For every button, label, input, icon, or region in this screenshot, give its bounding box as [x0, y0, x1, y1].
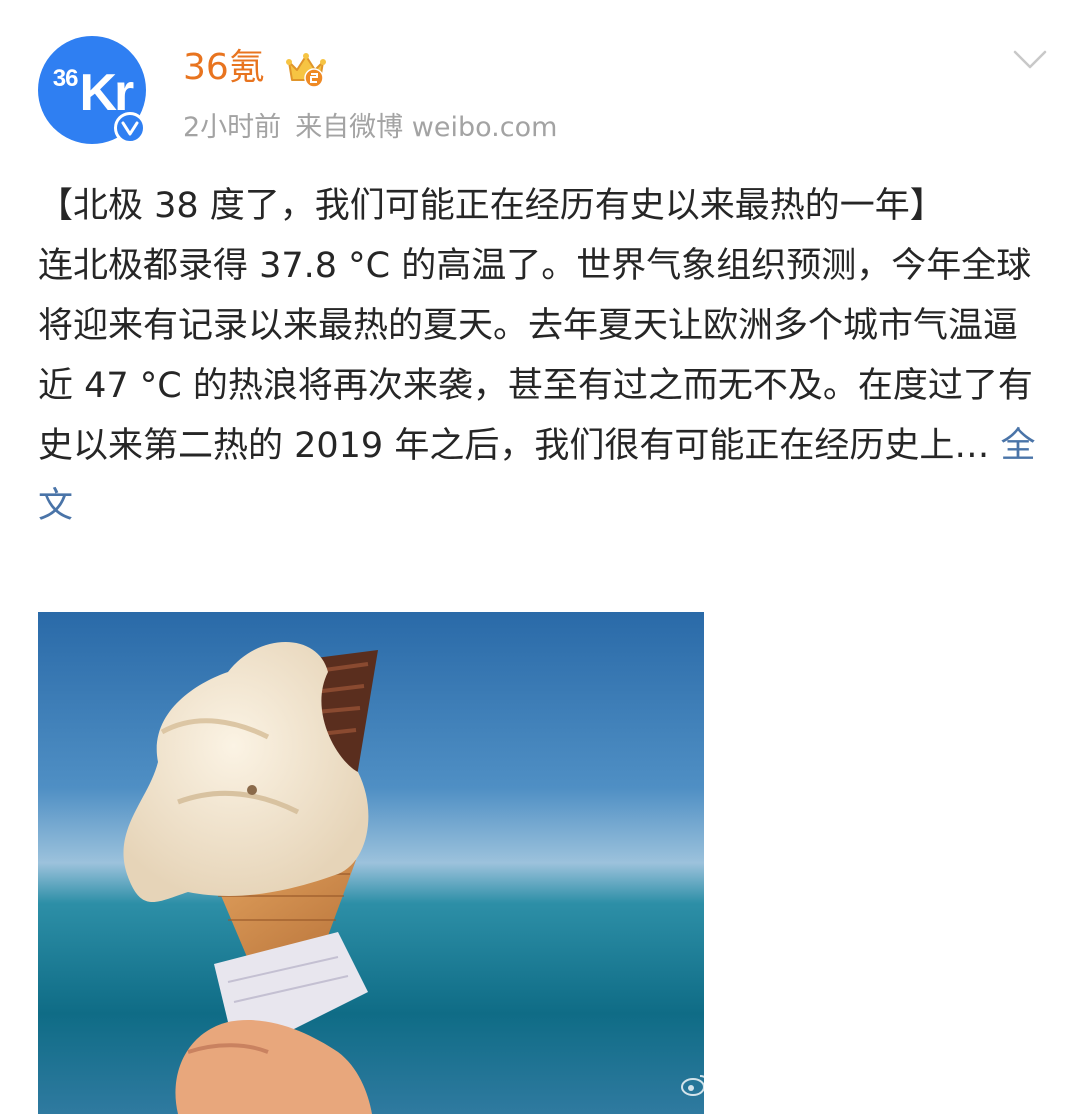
post-image[interactable] — [38, 612, 704, 1114]
post-title: 【北极 38 度了，我们可能正在经历有史以来最热的一年】 — [38, 186, 945, 226]
post-meta: 2小时前 来自微博 weibo.com — [183, 108, 571, 148]
chevron-down-icon[interactable] — [1012, 48, 1048, 72]
post-source[interactable]: 来自微博 weibo.com — [295, 112, 557, 143]
post-text: 【北极 38 度了，我们可能正在经历有史以来最热的一年】 连北极都录得 37.8… — [38, 176, 1038, 536]
vip-crown-icon — [286, 53, 326, 88]
ice-cream-photo — [38, 612, 704, 1114]
weibo-logo-icon — [681, 1075, 709, 1096]
post-body-paragraph: 连北极都录得 37.8 °C 的高温了。世界气象组织预测，今年全球将迎来有记录以… — [38, 236, 1038, 536]
account-name[interactable]: 36氪 — [183, 42, 265, 94]
verified-badge-icon — [114, 112, 146, 144]
avatar[interactable]: 36 Kr — [38, 36, 146, 144]
post-body: 连北极都录得 37.8 °C 的高温了。世界气象组织预测，今年全球将迎来有记录以… — [38, 246, 1033, 466]
avatar-logo-number: 36 — [52, 65, 79, 92]
post-time: 2小时前 — [183, 112, 282, 143]
